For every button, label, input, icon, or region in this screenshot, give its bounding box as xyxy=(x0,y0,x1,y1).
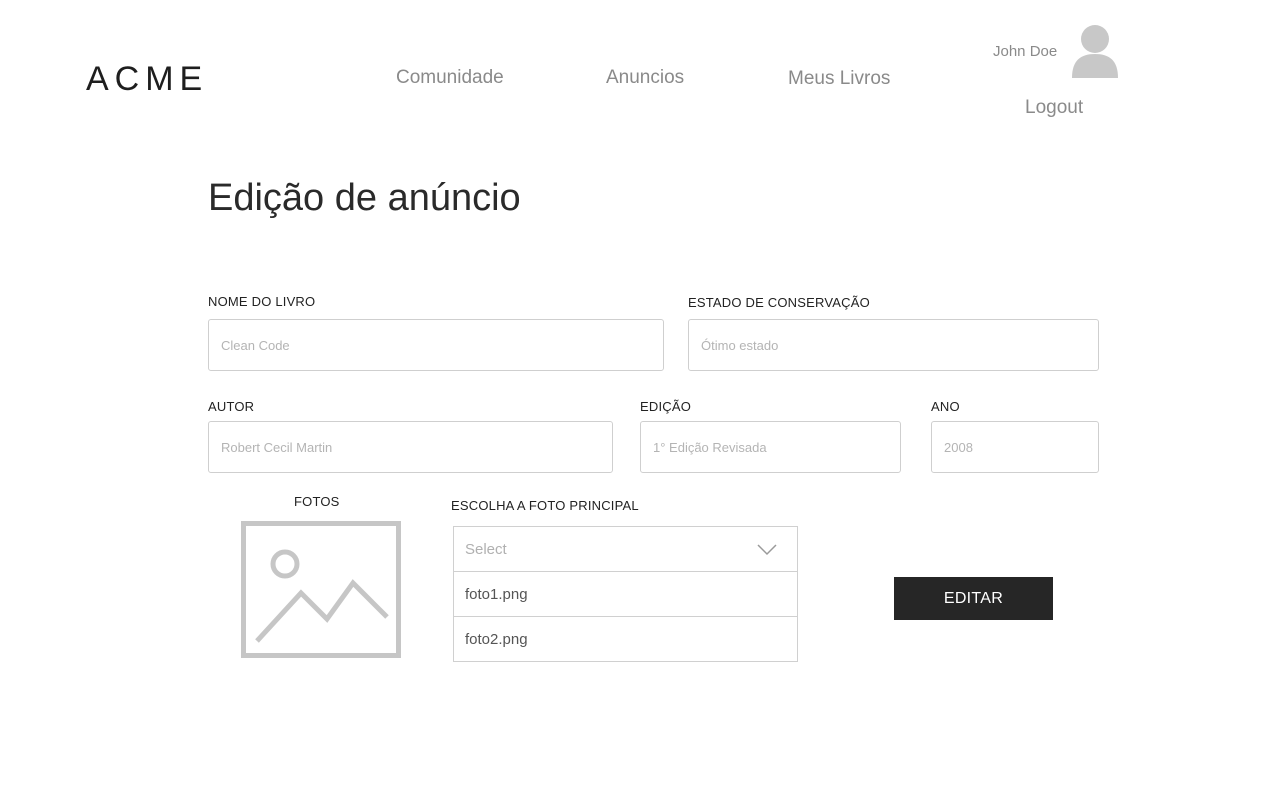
option-label: foto2.png xyxy=(465,631,528,648)
foto-principal-label: ESCOLHA A FOTO PRINCIPAL xyxy=(451,498,639,513)
editar-button[interactable]: EDITAR xyxy=(894,577,1053,620)
ano-label: ANO xyxy=(931,399,960,414)
acme-logo[interactable]: ACME xyxy=(86,62,208,96)
edicao-input[interactable] xyxy=(640,421,901,473)
estado-de-conservacao-input[interactable] xyxy=(688,319,1099,371)
nome-do-livro-label: NOME DO LIVRO xyxy=(208,294,316,309)
autor-label: AUTOR xyxy=(208,399,255,414)
user-name: John Doe xyxy=(993,43,1058,60)
foto-principal-select[interactable]: Select xyxy=(453,526,798,572)
nome-do-livro-input[interactable] xyxy=(208,319,664,371)
option-label: foto1.png xyxy=(465,586,528,603)
select-option-foto2[interactable]: foto2.png xyxy=(453,616,798,662)
estado-de-conservacao-label: ESTADO DE CONSERVAÇÃO xyxy=(688,295,870,310)
image-placeholder-icon[interactable] xyxy=(241,521,401,658)
nav-link-meus-livros[interactable]: Meus Livros xyxy=(788,69,890,88)
fotos-label: FOTOS xyxy=(294,494,340,509)
select-placeholder: Select xyxy=(465,541,507,558)
user-avatar-icon[interactable] xyxy=(1071,24,1119,78)
chevron-down-icon xyxy=(757,544,777,556)
logout-link[interactable]: Logout xyxy=(1025,98,1083,117)
ano-input[interactable] xyxy=(931,421,1099,473)
nav-link-anuncios[interactable]: Anuncios xyxy=(606,68,684,87)
nav-link-comunidade[interactable]: Comunidade xyxy=(396,68,504,87)
edicao-label: EDIÇÃO xyxy=(640,399,692,414)
page-title: Edição de anúncio xyxy=(208,177,521,219)
select-option-foto1[interactable]: foto1.png xyxy=(453,571,798,617)
autor-input[interactable] xyxy=(208,421,613,473)
